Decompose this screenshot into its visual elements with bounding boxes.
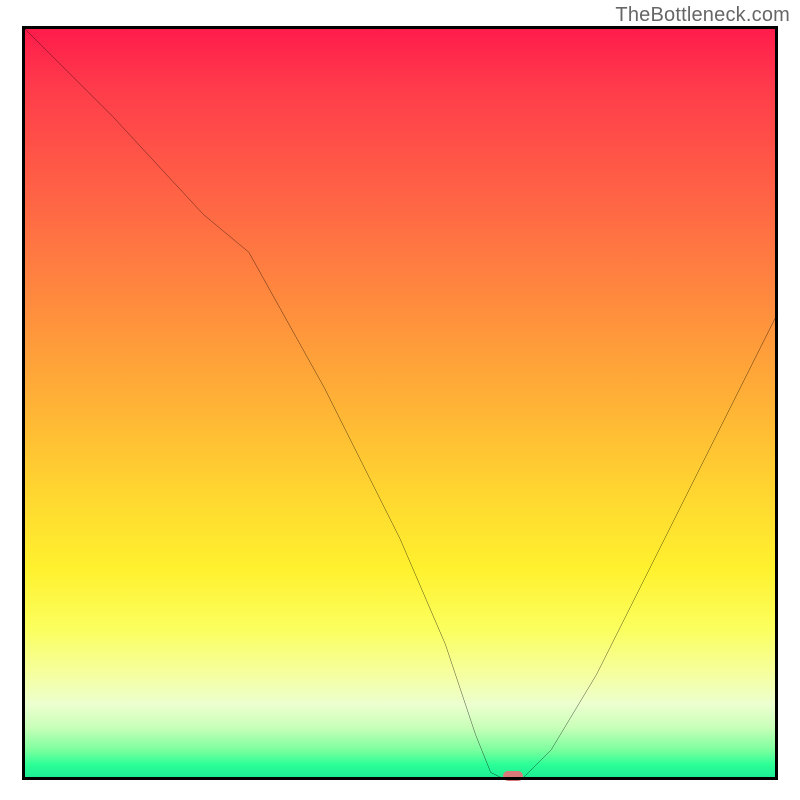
plot-area: [22, 26, 778, 780]
chart-canvas: TheBottleneck.com: [0, 0, 800, 800]
watermark-text: TheBottleneck.com: [615, 4, 790, 27]
curve-path: [22, 26, 778, 780]
bottleneck-curve: [22, 26, 778, 780]
minimum-marker: [503, 771, 523, 781]
